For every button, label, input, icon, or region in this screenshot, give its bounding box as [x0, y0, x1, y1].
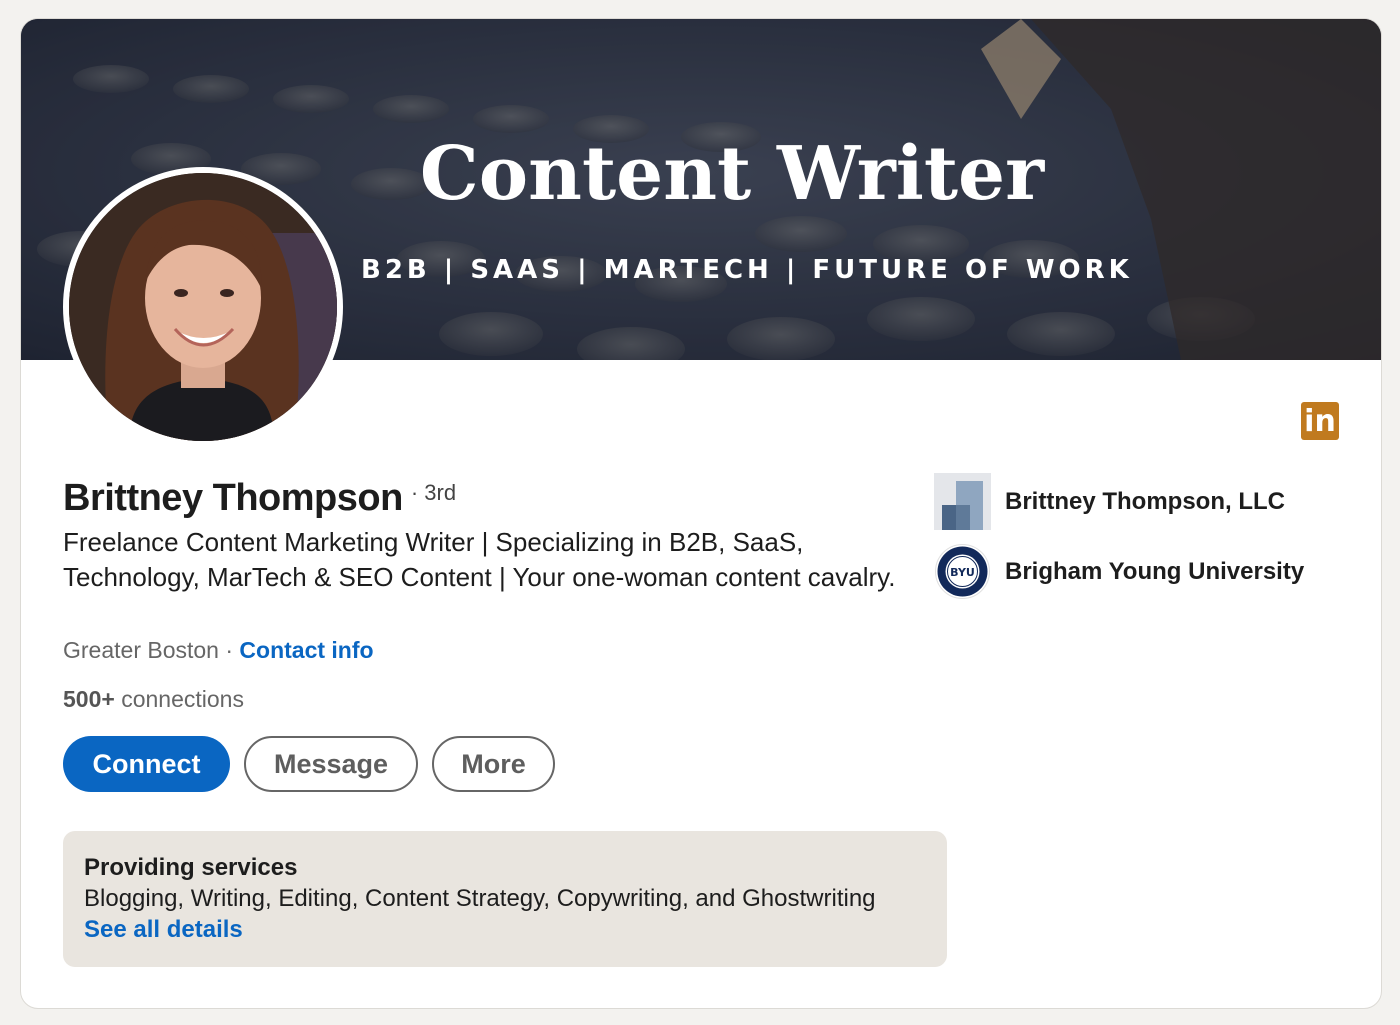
contact-info-link[interactable]: Contact info [239, 637, 373, 663]
byu-logo-icon: BYU [935, 544, 990, 599]
profile-card: Content Writer B2B | SAAS | MARTECH | FU… [20, 18, 1382, 1009]
education-school[interactable]: BYU Brigham Young University [934, 543, 1304, 600]
location-row: Greater Boston · Contact info [63, 637, 374, 664]
profile-headline: Freelance Content Marketing Writer | Spe… [63, 527, 896, 592]
more-button[interactable]: More [432, 736, 555, 792]
profile-location: Greater Boston [63, 637, 219, 663]
services-title: Providing services [84, 854, 298, 881]
connections-row[interactable]: 500+ connections [63, 686, 244, 713]
banner-subtitle: B2B | SAAS | MARTECH | FUTURE OF WORK [361, 255, 1133, 285]
connections-count: 500+ [63, 686, 115, 712]
company-name: Brittney Thompson, LLC [1005, 487, 1285, 515]
current-company[interactable]: Brittney Thompson, LLC [934, 473, 1285, 530]
connections-label: connections [114, 686, 244, 712]
see-all-details-link[interactable]: See all details [84, 914, 926, 945]
byu-logo-text: BYU [950, 566, 975, 579]
profile-actions: Connect Message More [63, 736, 555, 792]
school-name: Brigham Young University [1005, 557, 1305, 585]
company-logo-icon [934, 473, 991, 530]
location-separator: · [218, 637, 240, 663]
linkedin-logo-icon: in [1301, 402, 1339, 440]
profile-photo [69, 173, 337, 441]
services-list: Blogging, Writing, Editing, Content Stra… [84, 885, 876, 912]
message-button[interactable]: Message [244, 736, 418, 792]
profile-avatar[interactable] [63, 167, 343, 447]
profile-name: Brittney Thompson [63, 477, 403, 519]
connect-button[interactable]: Connect [63, 736, 230, 792]
connection-degree: · 3rd [410, 480, 457, 505]
name-row: Brittney Thompson · 3rd [63, 477, 456, 520]
providing-services-card: Providing services Blogging, Writing, Ed… [63, 831, 947, 967]
